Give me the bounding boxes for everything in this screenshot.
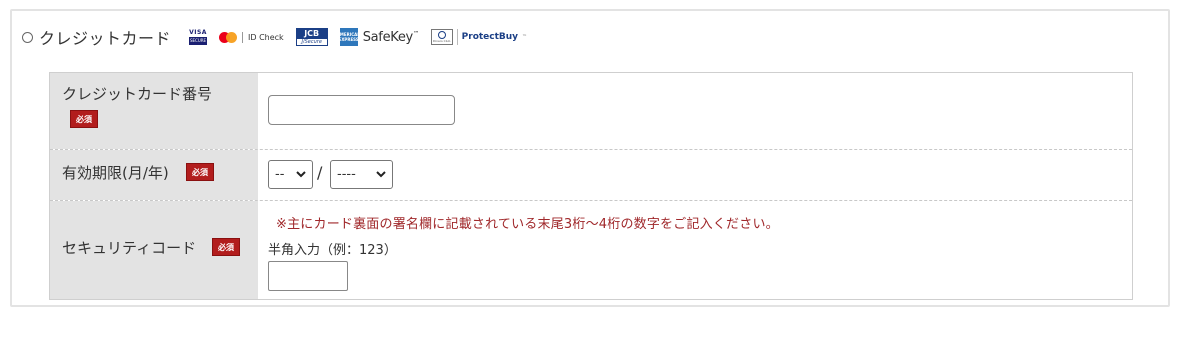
chevron-down-icon [376, 171, 386, 178]
payment-method-header[interactable]: クレジットカード VISA SECURE ID Check JCB J/Secu… [22, 25, 527, 49]
jcb-secure-logo: JCB J/Secure [295, 28, 328, 46]
expiry-row: 有効期限(月/年) 必須 -- / ---- [50, 149, 1132, 200]
diners-club-icon: Diners Club [430, 29, 453, 45]
security-code-label-cell: セキュリティコード 必須 [50, 201, 258, 299]
payment-method-label[interactable]: クレジットカード [39, 25, 171, 49]
security-code-note: ※主にカード裏面の署名欄に記載されている末尾3桁～4桁の数字をご記入ください。 [276, 217, 779, 232]
required-badge: 必須 [212, 238, 240, 256]
diners-protectbuy-logo: Diners Club ProtectBuy ™ [430, 29, 527, 45]
card-number-input[interactable] [268, 95, 455, 125]
card-number-label-cell: クレジットカード番号 必須 [50, 73, 258, 149]
card-number-row: クレジットカード番号 必須 [50, 73, 1132, 149]
amex-icon: AMERICAN EXPRESS [337, 28, 361, 46]
card-brand-logos: VISA SECURE ID Check JCB J/Secure AMERIC… [189, 28, 527, 46]
security-code-row: セキュリティコード 必須 ※主にカード裏面の署名欄に記載されている末尾3桁～4桁… [50, 200, 1132, 299]
expiry-month-select[interactable]: -- [268, 160, 313, 189]
card-number-label: クレジットカード番号 [62, 85, 213, 103]
security-code-hint: 半角入力（例：123） [268, 243, 397, 258]
credit-card-form: クレジットカード番号 必須 有効期限(月/年) 必須 -- / ---- セキュ… [49, 72, 1133, 300]
security-code-label: セキュリティコード [62, 239, 197, 257]
credit-card-radio[interactable] [22, 31, 33, 43]
expiry-year-select[interactable]: ---- [330, 160, 393, 189]
expiry-label-cell: 有効期限(月/年) 必須 [50, 150, 258, 200]
amex-safekey-logo: AMERICAN EXPRESS SafeKey™ [336, 28, 419, 46]
visa-logo: VISA SECURE [189, 29, 208, 45]
required-badge: 必須 [186, 163, 214, 181]
mastercard-id-check-logo: ID Check [219, 31, 284, 43]
chevron-down-icon [296, 171, 306, 178]
required-badge: 必須 [70, 110, 98, 128]
expiry-separator: / [317, 163, 323, 182]
security-code-input[interactable] [268, 261, 348, 291]
expiry-label: 有効期限(月/年) [62, 164, 169, 182]
mastercard-icon [219, 31, 238, 43]
